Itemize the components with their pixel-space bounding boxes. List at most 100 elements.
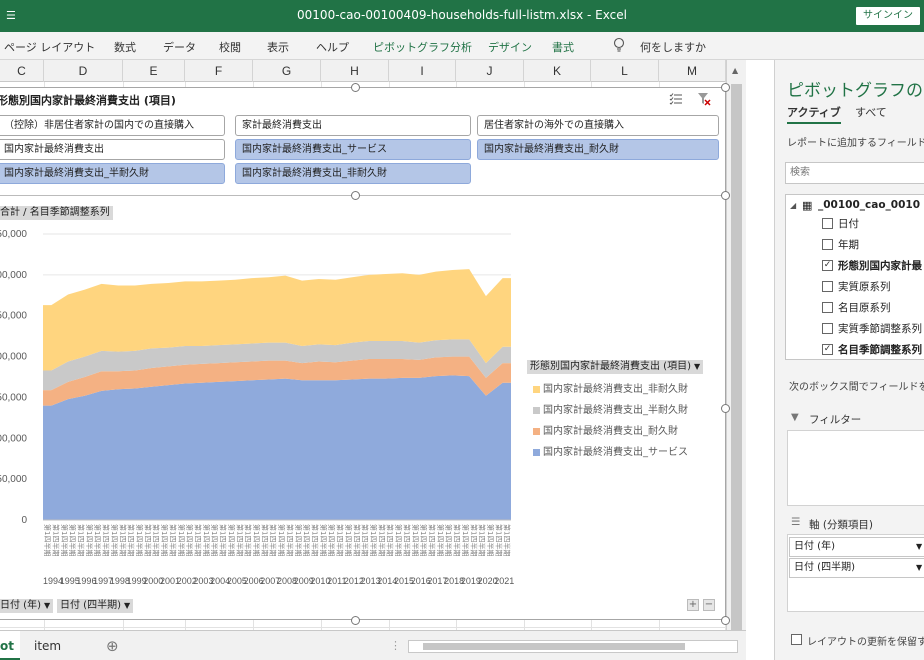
field-checkbox[interactable] [822,281,833,292]
field-checkbox[interactable] [822,218,833,229]
y-tick-label: 50,000 [0,474,27,485]
dropdown-arrow-icon[interactable]: ▼ [916,538,922,556]
slicer-item[interactable]: 家計最終消費支出 [235,115,471,136]
axis-field-item[interactable]: 日付 (四半期) ▼ [789,558,924,578]
sheet-tab-pivot[interactable]: ot [0,631,20,660]
tab-review[interactable]: 校閲 [219,39,241,55]
field-label[interactable]: 実質季節調整系列 [838,321,922,336]
field-label[interactable]: 名目季節調整系列 [838,342,922,357]
axis-field-item[interactable]: 日付 (年) ▼ [789,537,924,557]
field-checkbox[interactable]: ✓ [822,260,833,271]
slicer[interactable]: 形態別国内家計最終消費支出 (項目) （控除）非居住者家計の国内での直接購入 家… [0,88,727,196]
axis-field-button-year[interactable]: 日付 (年) ▼ [0,599,54,613]
tab-help[interactable]: ヘルプ [316,39,349,55]
slicer-item[interactable]: （控除）非居住者家計の国内での直接購入 [0,115,225,136]
slicer-item[interactable]: 国内家計最終消費支出_非耐久財 [235,163,471,184]
slicer-item[interactable]: 居住者家計の海外での直接購入 [477,115,719,136]
tab-design[interactable]: デザイン [488,39,532,55]
field-label[interactable]: 日付 [838,216,859,231]
horizontal-scrollbar[interactable] [408,640,738,653]
tab-view[interactable]: 表示 [267,39,289,55]
quarter-tick-label: 第1四半期 [503,524,512,556]
y-tick-label: 350,000 [0,229,27,240]
quarter-tick-label: 第1四半期 [336,524,345,556]
quarter-tick-label: 第1四半期 [436,524,445,556]
field-label[interactable]: 形態別国内家計最 [838,258,922,273]
axis-field-button-quarter[interactable]: 日付 (四半期) ▼ [57,599,134,613]
quarter-tick-label: 第1四半期 [428,524,437,556]
dropdown-arrow-icon[interactable]: ▼ [916,559,922,577]
resize-handle[interactable] [351,616,360,625]
column-header-f[interactable]: F [185,60,253,82]
field-checkbox[interactable] [822,302,833,313]
quarter-tick-label: 第1四半期 [260,524,269,556]
collapse-field-button[interactable]: − [703,599,715,611]
field-label[interactable]: 名目原系列 [838,300,891,315]
lightbulb-icon [613,37,625,52]
filter-drop-area[interactable] [787,430,924,506]
slicer-item[interactable]: 国内家計最終消費支出_耐久財 [477,139,719,160]
column-header-i[interactable]: I [389,60,456,82]
resize-handle[interactable] [351,191,360,200]
column-header-e[interactable]: E [123,60,185,82]
horizontal-scrollbar-thumb[interactable] [423,643,685,650]
quarter-tick-label: 第1四半期 [77,524,86,556]
resize-handle[interactable] [721,616,730,625]
column-header-j[interactable]: J [456,60,524,82]
slicer-item[interactable]: 国内家計最終消費支出_サービス [235,139,471,160]
tab-pivotchart-analyze[interactable]: ピボットグラフ分析 [373,39,472,55]
resize-handle[interactable] [351,83,360,92]
field-checkbox[interactable] [822,323,833,334]
signin-button[interactable]: サインイン [856,7,920,25]
column-header-g[interactable]: G [253,60,321,82]
multi-select-icon[interactable] [669,92,683,106]
tab-data[interactable]: データ [163,39,196,55]
slicer-item[interactable]: 国内家計最終消費支出_半耐久財 [0,163,225,184]
pane-tab-active[interactable]: アクティブ [787,104,841,124]
tab-format[interactable]: 書式 [552,39,574,55]
pivot-chart[interactable]: 形態別国内家計最終消費支出 (項目) （控除）非居住者家計の国内での直接購入 家… [0,83,730,625]
column-header-h[interactable]: H [321,60,389,82]
quarter-tick-label: 第1四半期 [277,524,286,556]
pane-title: ピボットグラフのフィ [787,81,924,101]
expand-field-button[interactable]: + [687,599,699,611]
filter-dropdown-icon[interactable]: ▼ [694,362,700,371]
filter-dropdown-icon[interactable]: ▼ [44,601,50,610]
scrollbar-thumb[interactable] [731,84,742,644]
tell-me-search[interactable]: 何をしますか [640,39,706,55]
resize-handle[interactable] [721,191,730,200]
field-checkbox[interactable] [822,239,833,250]
column-header-m[interactable]: M [659,60,726,82]
collapse-triangle-icon[interactable]: ◢ [790,201,796,210]
field-checkbox[interactable]: ✓ [822,344,833,355]
column-header-k[interactable]: K [524,60,591,82]
resize-handle[interactable] [721,83,730,92]
filter-area-label: フィルター [809,414,862,426]
field-search-input[interactable]: 検索 [785,162,924,184]
filter-dropdown-icon[interactable]: ▼ [124,601,130,610]
y-tick-label: 150,000 [0,392,27,403]
scroll-up-icon[interactable]: ▲ [732,66,738,75]
quarter-tick-label: 第1四半期 [135,524,144,556]
vertical-scrollbar[interactable]: ▲ ▼ [726,60,746,660]
field-label[interactable]: 実質原系列 [838,279,891,294]
column-header-c[interactable]: C [0,60,44,82]
add-sheet-icon[interactable]: ⊕ [106,631,119,660]
legend-field-button[interactable]: 形態別国内家計最終消費支出 (項目) ▼ [527,360,704,374]
pane-tab-all[interactable]: すべて [855,104,887,120]
tab-splitter-handle[interactable]: ⋮ [390,639,401,652]
sheet-tab-item[interactable]: item [34,631,74,660]
value-field-button[interactable]: 合計 / 名目季節調整系列 [0,206,113,220]
tab-formulas[interactable]: 数式 [114,39,136,55]
slicer-item[interactable]: 国内家計最終消費支出 [0,139,225,160]
column-header-l[interactable]: L [591,60,659,82]
resize-handle[interactable] [721,404,730,413]
tab-page-layout[interactable]: ページ レイアウト [4,39,95,55]
column-header-d[interactable]: D [44,60,123,82]
field-label[interactable]: 年期 [838,237,859,252]
clear-filter-icon[interactable] [697,92,711,106]
year-tick-label: 2021 [494,576,514,586]
quarter-tick-label: 第1四半期 [127,524,136,556]
defer-update-checkbox[interactable] [791,634,802,645]
quarter-tick-label: 第1四半期 [369,524,378,556]
